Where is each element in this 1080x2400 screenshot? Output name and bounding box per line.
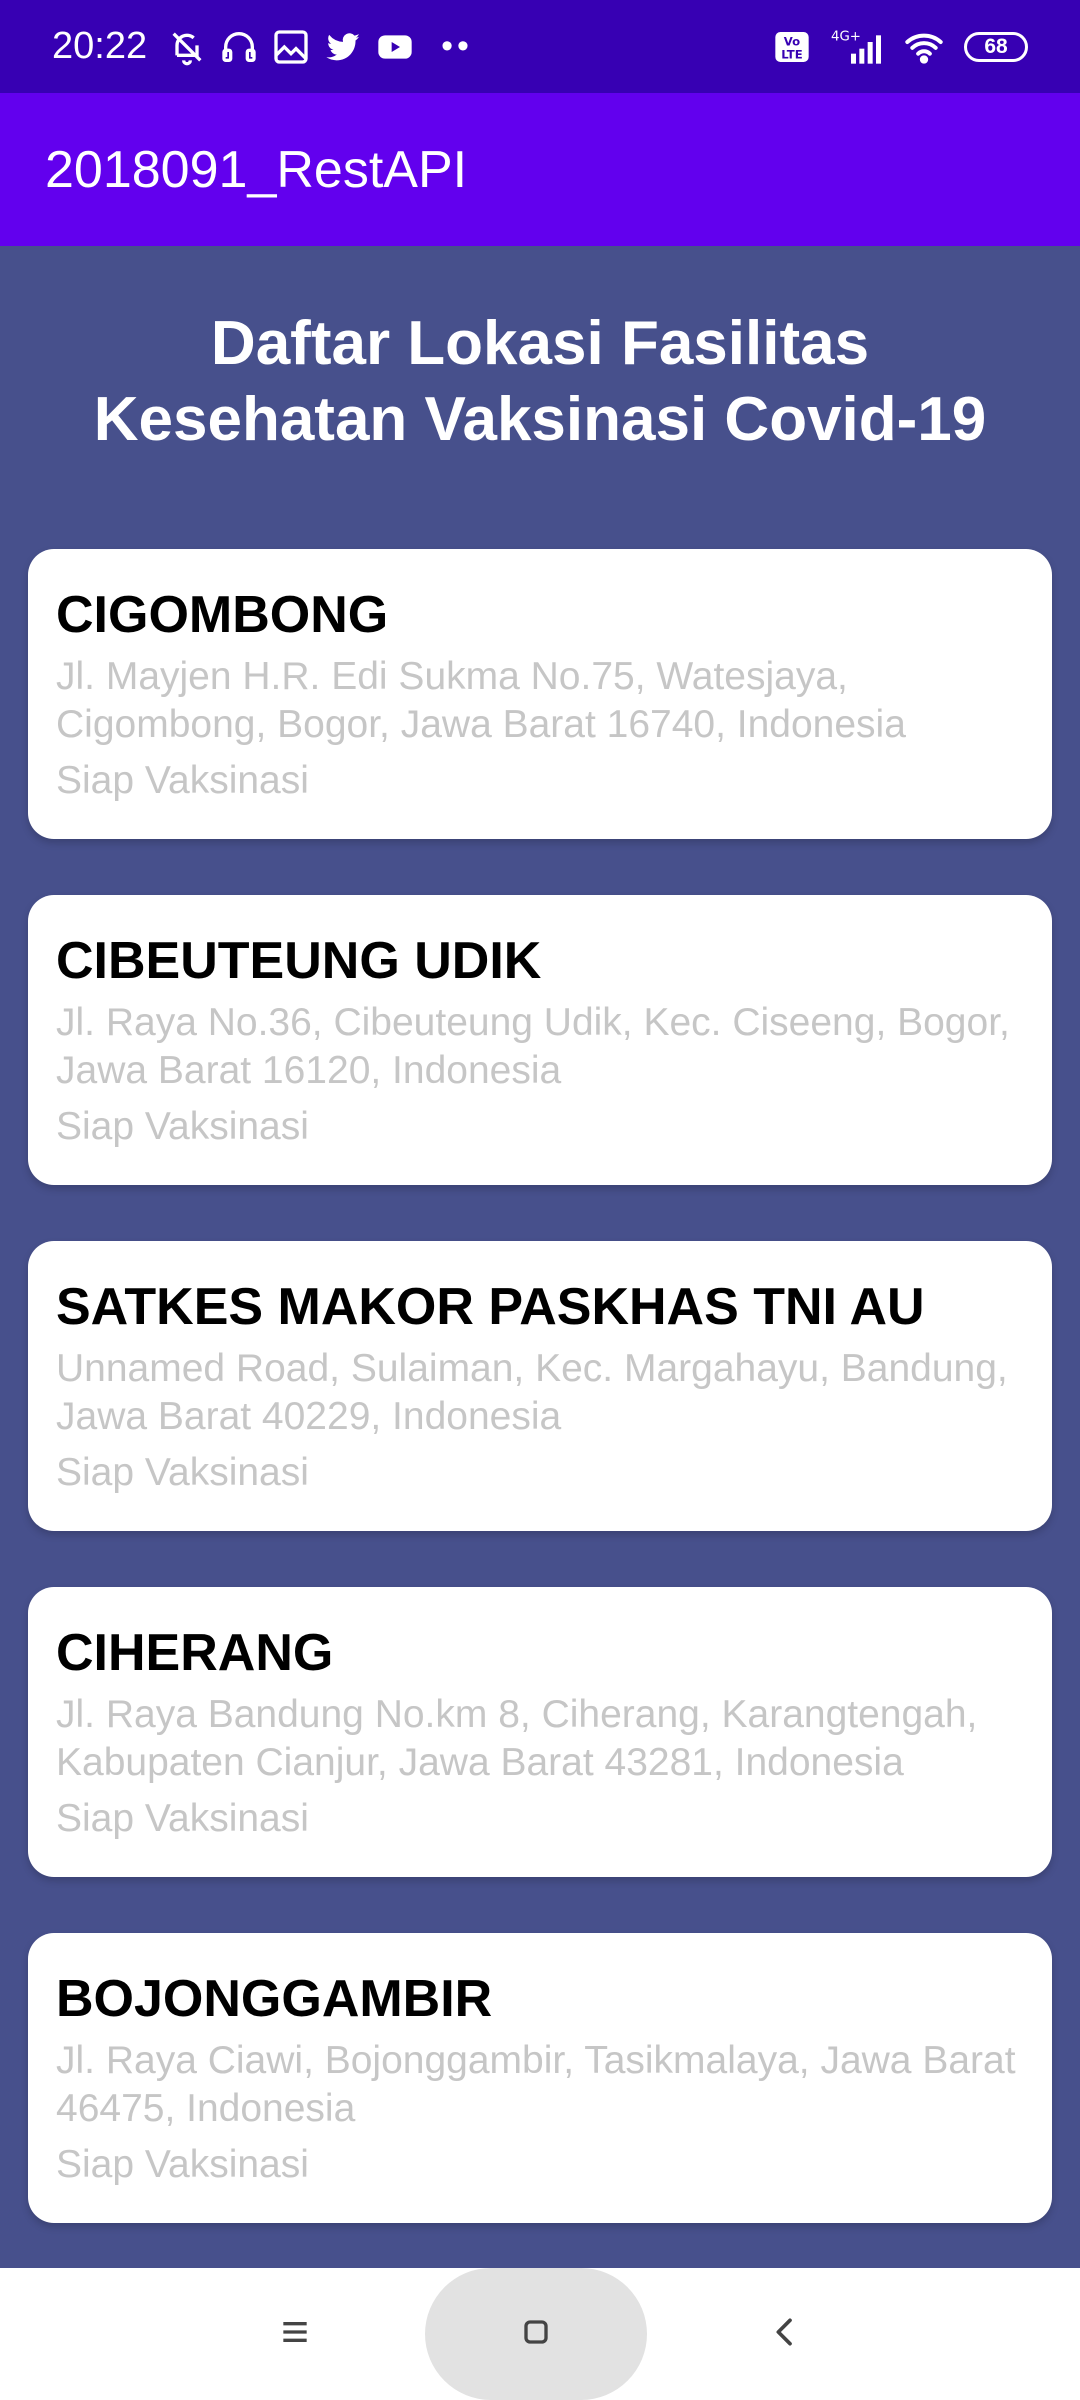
back-icon xyxy=(765,2312,805,2357)
location-address-line2: Jawa Barat 16120, Indonesia xyxy=(56,1049,562,1092)
location-address-line1: Jl. Raya Ciawi, Bojonggambir, Tasikmalay… xyxy=(56,2039,1016,2082)
location-status: Siap Vaksinasi xyxy=(56,1105,309,1148)
location-card[interactable]: BOJONGGAMBIR Jl. Raya Ciawi, Bojonggambi… xyxy=(28,1933,1052,2223)
mute-bell-icon xyxy=(167,27,207,67)
location-list[interactable]: CIGOMBONG Jl. Mayjen H.R. Edi Sukma No.7… xyxy=(28,549,1052,2268)
location-address-line1: Jl. Mayjen H.R. Edi Sukma No.75, Watesja… xyxy=(56,655,848,698)
location-name: CIBEUTEUNG UDIK xyxy=(56,932,542,990)
battery-indicator: 68 xyxy=(964,31,1028,62)
status-bar: 20:22 •• Vo LTE 4G+ 68 xyxy=(0,0,1080,93)
svg-text:4G+: 4G+ xyxy=(831,29,861,44)
headphones-icon xyxy=(219,27,259,67)
app-title: 2018091_RestAPI xyxy=(45,140,468,199)
location-status: Siap Vaksinasi xyxy=(56,1451,309,1494)
location-name: CIHERANG xyxy=(56,1624,334,1682)
location-status: Siap Vaksinasi xyxy=(56,1797,309,1840)
status-time: 20:22 xyxy=(52,25,148,67)
location-address-line2: Jawa Barat 40229, Indonesia xyxy=(56,1395,562,1438)
location-address-line1: Jl. Raya No.36, Cibeuteung Udik, Kec. Ci… xyxy=(56,1001,1010,1044)
page-title-line1: Daftar Lokasi Fasilitas xyxy=(210,309,870,378)
location-address-line1: Unnamed Road, Sulaiman, Kec. Margahayu, … xyxy=(56,1347,1008,1390)
home-button[interactable] xyxy=(425,2268,647,2400)
page-title: Daftar Lokasi Fasilitas Kesehatan Vaksin… xyxy=(0,306,1080,458)
location-address-line2: Kabupaten Cianjur, Jawa Barat 43281, Ind… xyxy=(56,1741,904,1784)
menu-icon xyxy=(275,2312,315,2357)
recents-button[interactable] xyxy=(240,2268,350,2400)
gallery-icon xyxy=(271,27,311,67)
back-button[interactable] xyxy=(730,2268,840,2400)
location-name: CIGOMBONG xyxy=(56,586,389,644)
location-card[interactable]: CIHERANG Jl. Raya Bandung No.km 8, Ciher… xyxy=(28,1587,1052,1877)
location-status: Siap Vaksinasi xyxy=(56,759,309,802)
svg-text:LTE: LTE xyxy=(781,47,802,61)
twitter-icon xyxy=(323,27,363,67)
location-address-line1: Jl. Raya Bandung No.km 8, Ciherang, Kara… xyxy=(56,1693,978,1736)
youtube-icon xyxy=(375,27,415,67)
location-address-line2: Cigombong, Bogor, Jawa Barat 16740, Indo… xyxy=(56,703,906,746)
volte-icon: Vo LTE xyxy=(772,27,812,67)
location-card[interactable]: SATKES MAKOR PASKHAS TNI AU Unnamed Road… xyxy=(28,1241,1052,1531)
status-right: Vo LTE 4G+ 68 xyxy=(772,27,1028,67)
location-address-line2: 46475, Indonesia xyxy=(56,2087,356,2130)
content-area[interactable]: Daftar Lokasi Fasilitas Kesehatan Vaksin… xyxy=(0,246,1080,2268)
status-left: 20:22 •• xyxy=(52,25,473,68)
svg-text:Vo: Vo xyxy=(784,34,800,48)
navigation-bar xyxy=(0,2268,1080,2400)
page-title-line2: Kesehatan Vaksinasi Covid-19 xyxy=(93,385,987,454)
signal-icon: 4G+ xyxy=(828,27,884,67)
home-icon xyxy=(516,2312,556,2357)
location-card[interactable]: CIBEUTEUNG UDIK Jl. Raya No.36, Cibeuteu… xyxy=(28,895,1052,1185)
status-overflow: •• xyxy=(441,27,473,65)
app-bar: 2018091_RestAPI xyxy=(0,93,1080,246)
location-status: Siap Vaksinasi xyxy=(56,2143,309,2186)
wifi-icon xyxy=(900,27,948,67)
location-card[interactable]: CIGOMBONG Jl. Mayjen H.R. Edi Sukma No.7… xyxy=(28,549,1052,839)
location-name: BOJONGGAMBIR xyxy=(56,1970,493,2028)
location-name: SATKES MAKOR PASKHAS TNI AU xyxy=(56,1278,925,1336)
